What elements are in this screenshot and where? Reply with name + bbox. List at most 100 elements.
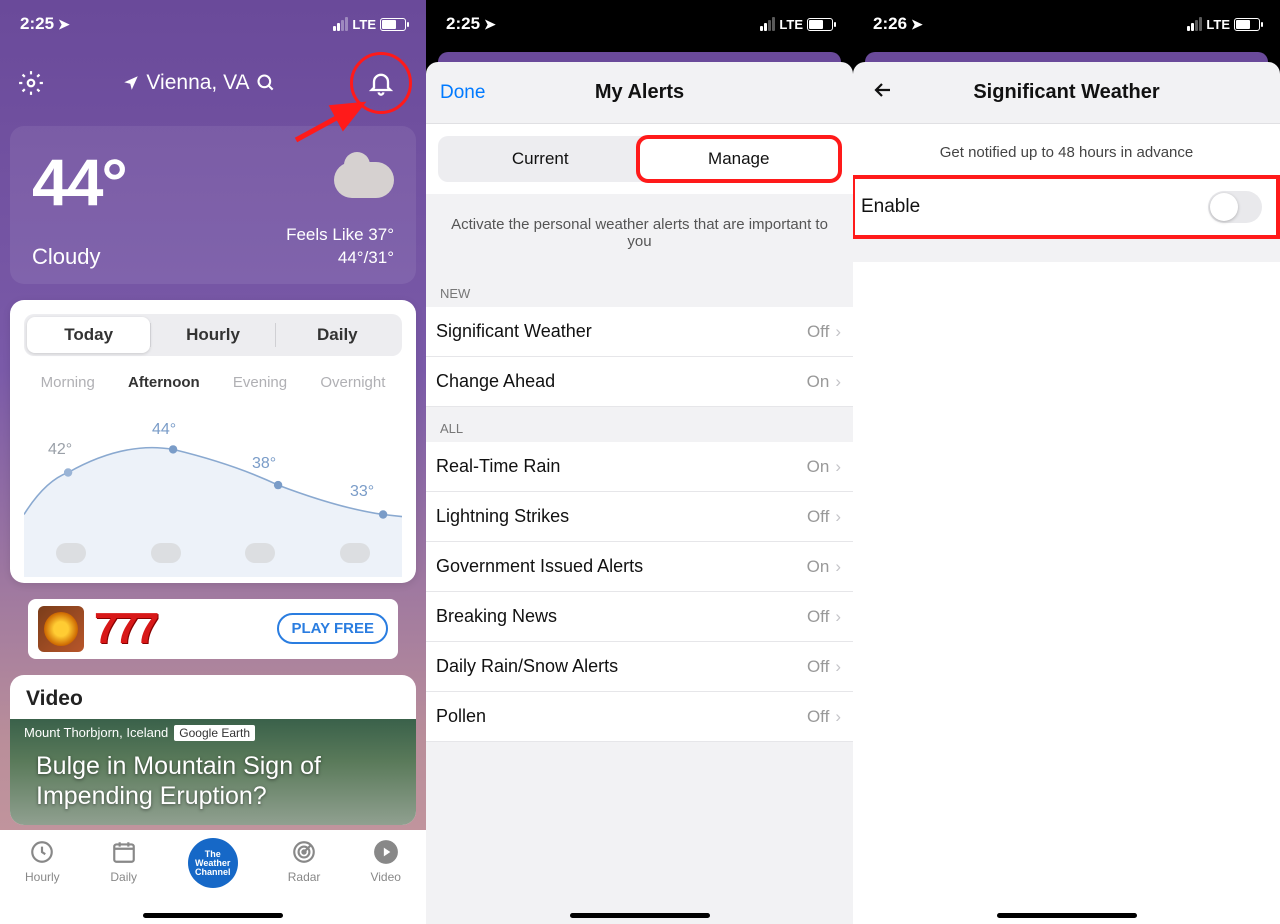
- tab-manage[interactable]: Manage: [640, 139, 839, 179]
- status-bar: 2:25➤ LTE: [0, 0, 426, 44]
- radar-icon: [291, 839, 317, 865]
- home-indicator[interactable]: [997, 913, 1137, 918]
- row-breaking-news[interactable]: Breaking NewsOff›: [426, 592, 853, 642]
- nav-bar: Significant Weather: [853, 62, 1280, 124]
- tab-home[interactable]: TheWeatherChannel: [188, 838, 238, 888]
- seg-today[interactable]: Today: [27, 317, 150, 353]
- location-arrow-icon: ➤: [58, 16, 70, 33]
- signal-icon: [333, 17, 348, 31]
- phone-weather-home: 2:25➤ LTE Vienna, VA 44° Cloudy Feels Li…: [0, 0, 426, 924]
- daypart-labels: Morning Afternoon Evening Overnight: [24, 374, 402, 391]
- tab-hourly[interactable]: Hourly: [25, 838, 60, 884]
- header-row: Vienna, VA: [0, 44, 426, 122]
- alerts-bell-button[interactable]: [354, 56, 408, 110]
- time: 2:25: [446, 14, 480, 34]
- enable-row: Enable: [855, 179, 1276, 235]
- done-button[interactable]: Done: [440, 82, 485, 104]
- tab-video[interactable]: Video: [370, 838, 400, 884]
- home-indicator[interactable]: [570, 913, 710, 918]
- settings-gear-icon[interactable]: [18, 70, 44, 96]
- row-significant-weather[interactable]: Significant WeatherOff›: [426, 307, 853, 357]
- section-header-new: NEW: [426, 272, 853, 307]
- back-button[interactable]: [867, 74, 899, 111]
- nav-title: My Alerts: [426, 81, 853, 104]
- video-card[interactable]: Video Mount Thorbjorn, Iceland Google Ea…: [10, 675, 416, 825]
- time: 2:25: [20, 14, 54, 34]
- empty-area: [853, 262, 1280, 924]
- row-realtime-rain[interactable]: Real-Time RainOn›: [426, 442, 853, 492]
- chevron-right-icon: ›: [835, 457, 841, 477]
- sig-weather-subtitle: Get notified up to 48 hours in advance: [853, 124, 1280, 179]
- enable-switch[interactable]: [1208, 191, 1262, 223]
- row-lightning[interactable]: Lightning StrikesOff›: [426, 492, 853, 542]
- network: LTE: [1206, 17, 1230, 32]
- tabs-container: Current Manage: [426, 124, 853, 194]
- location-button[interactable]: Vienna, VA: [122, 71, 275, 95]
- sig-weather-modal: Significant Weather Get notified up to 4…: [853, 62, 1280, 924]
- daypart-overnight[interactable]: Overnight: [320, 374, 385, 391]
- current-conditions-card[interactable]: 44° Cloudy Feels Like 37° 44°/31°: [10, 126, 416, 284]
- condition-text: Cloudy: [32, 244, 100, 270]
- video-section-title: Video: [10, 675, 416, 723]
- location-arrow-icon: ➤: [484, 16, 496, 33]
- alerts-modal: Done My Alerts Current Manage Activate t…: [426, 62, 853, 924]
- status-bar: 2:26➤ LTE: [853, 0, 1280, 44]
- row-gov-alerts[interactable]: Government Issued AlertsOn›: [426, 542, 853, 592]
- cloud-icon: [56, 543, 86, 563]
- ad-cta-button[interactable]: PLAY FREE: [277, 613, 388, 644]
- video-headline: Bulge in Mountain Sign of Impending Erup…: [36, 751, 390, 811]
- seg-daily[interactable]: Daily: [276, 317, 399, 353]
- video-source-badge: Google Earth: [174, 725, 255, 741]
- calendar-icon: [111, 839, 137, 865]
- signal-icon: [760, 17, 775, 31]
- hi-lo: 44°/31°: [286, 247, 394, 270]
- ad-banner[interactable]: 777 PLAY FREE: [28, 599, 398, 659]
- network: LTE: [779, 17, 803, 32]
- row-rain-snow[interactable]: Daily Rain/Snow AlertsOff›: [426, 642, 853, 692]
- enable-label: Enable: [861, 196, 920, 218]
- chevron-right-icon: ›: [835, 372, 841, 392]
- tab-daily[interactable]: Daily: [110, 838, 138, 884]
- daypart-morning[interactable]: Morning: [41, 374, 95, 391]
- phone-significant-weather: 2:26➤ LTE Significant Weather Get notifi…: [853, 0, 1280, 924]
- ad-app-icon: [38, 606, 84, 652]
- location-arrow-icon: ➤: [911, 16, 923, 33]
- nav-bar: Done My Alerts: [426, 62, 853, 124]
- chevron-right-icon: ›: [835, 607, 841, 627]
- time: 2:26: [873, 14, 907, 34]
- tab-bar: Hourly Daily TheWeatherChannel Radar Vid…: [0, 830, 426, 924]
- row-change-ahead[interactable]: Change AheadOn›: [426, 357, 853, 407]
- daypart-afternoon[interactable]: Afternoon: [128, 374, 200, 391]
- chevron-right-icon: ›: [835, 657, 841, 677]
- daypart-evening[interactable]: Evening: [233, 374, 287, 391]
- pt-overnight: 33°: [350, 483, 374, 501]
- nav-arrow-icon: [122, 74, 140, 92]
- chevron-right-icon: ›: [835, 322, 841, 342]
- annotation-circle: [350, 52, 412, 114]
- forecast-card: Today Hourly Daily Morning Afternoon Eve…: [10, 300, 416, 583]
- home-indicator[interactable]: [143, 913, 283, 918]
- modal-background-peek: [865, 52, 1268, 62]
- signal-icon: [1187, 17, 1202, 31]
- search-icon: [256, 73, 276, 93]
- network: LTE: [352, 17, 376, 32]
- cloud-icon: [340, 543, 370, 563]
- section-header-all: ALL: [426, 407, 853, 442]
- pt-afternoon: 44°: [152, 421, 176, 439]
- feels-like: Feels Like 37°: [286, 224, 394, 247]
- chevron-right-icon: ›: [835, 557, 841, 577]
- alerts-description: Activate the personal weather alerts tha…: [426, 194, 853, 272]
- phone-my-alerts: 2:25➤ LTE Done My Alerts Current Manage …: [426, 0, 853, 924]
- tab-radar[interactable]: Radar: [288, 838, 321, 884]
- cloud-icon: [151, 543, 181, 563]
- row-pollen[interactable]: PollenOff›: [426, 692, 853, 742]
- location-text: Vienna, VA: [146, 71, 249, 95]
- tab-current[interactable]: Current: [441, 139, 640, 179]
- clock-icon: [29, 839, 55, 865]
- seg-hourly[interactable]: Hourly: [151, 317, 274, 353]
- modal-background-peek: [438, 52, 841, 62]
- current-temp: 44°: [32, 144, 126, 220]
- temp-chart: 42° 44° 38° 33°: [24, 399, 402, 569]
- battery-icon: [380, 18, 406, 31]
- arrow-left-icon: [871, 78, 895, 102]
